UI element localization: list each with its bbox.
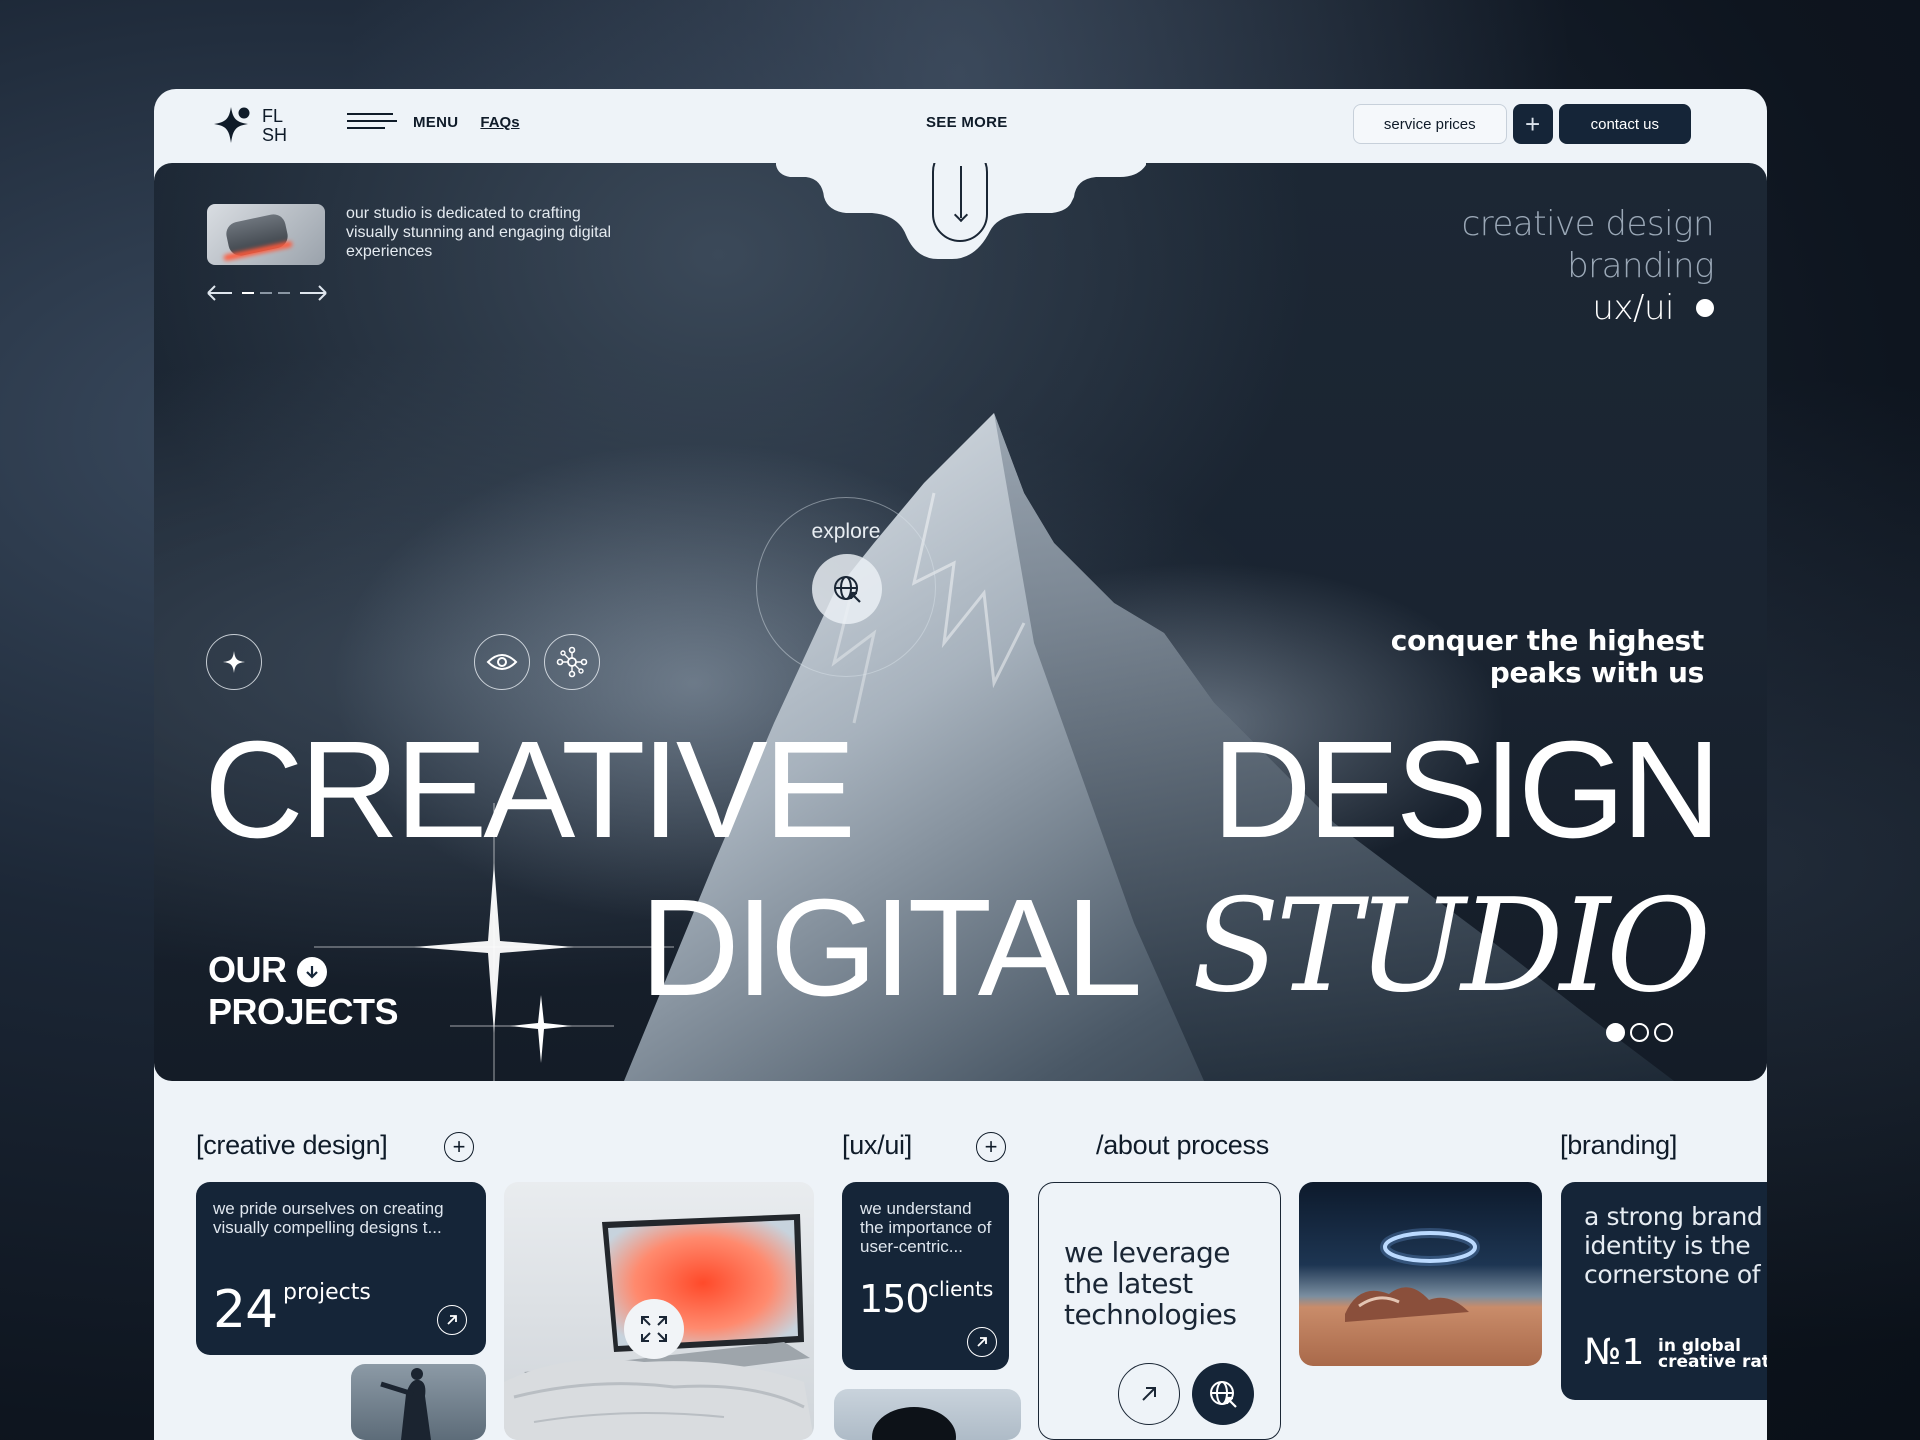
- uxui-clients-label: clients: [928, 1277, 994, 1301]
- sparkle-button[interactable]: [206, 634, 262, 690]
- arrow-right-icon: [300, 285, 327, 301]
- tagline-line1: conquer the highest: [1390, 624, 1705, 657]
- scroll-down-button[interactable]: [932, 163, 988, 242]
- projects-line2: PROJECTS: [208, 991, 399, 1032]
- projects-line1: OUR: [208, 949, 398, 991]
- faqs-link[interactable]: FAQs: [480, 114, 519, 131]
- hamburger-menu-icon[interactable]: [347, 113, 397, 131]
- our-projects-link[interactable]: OUR PROJECTS: [208, 949, 399, 1033]
- add-creative-button[interactable]: +: [444, 1132, 474, 1162]
- abstract-photo[interactable]: [834, 1389, 1021, 1440]
- hero-tagline: conquer the highest peaks with us: [1390, 624, 1705, 689]
- globe-cursor-icon: [834, 576, 861, 603]
- expand-icon: [641, 1316, 667, 1342]
- logo[interactable]: FL SH: [212, 103, 287, 149]
- arrow-up-right-icon[interactable]: [437, 1305, 467, 1335]
- section-creative-design-title: [creative design]: [196, 1130, 388, 1160]
- pager-dot-1[interactable]: [1606, 1023, 1625, 1042]
- services-list: creative design branding ux/ui: [1462, 203, 1715, 329]
- process-globe-button[interactable]: [1192, 1363, 1254, 1425]
- intro-text: our studio is dedicated to crafting visu…: [346, 205, 612, 260]
- section-about-process-title: /about process: [1096, 1130, 1269, 1160]
- arrow-up-right-icon: [1142, 1387, 1156, 1401]
- tagline-line2: peaks with us: [1489, 656, 1705, 689]
- explore-widget: explore: [756, 497, 936, 677]
- sparkle-logo-icon: [214, 107, 250, 143]
- creative-card-text: we pride ourselves on creating visually …: [213, 1199, 444, 1237]
- creative-projects-label: projects: [283, 1280, 371, 1305]
- person-photo[interactable]: [351, 1364, 486, 1440]
- logo-line1: FL: [262, 106, 284, 126]
- pager-dot-3[interactable]: [1654, 1023, 1673, 1042]
- section-branding-title: [branding]: [1560, 1130, 1678, 1160]
- hero-section: our studio is dedicated to crafting visu…: [154, 163, 1767, 1081]
- see-more-link[interactable]: SEE MORE: [926, 114, 1008, 131]
- top-nav: FL SH MENU FAQs SEE MORE service prices …: [154, 89, 1767, 163]
- branding-card-text: a strong brand identity is the cornersto…: [1584, 1202, 1763, 1289]
- headline-design: DESIGN: [1212, 713, 1721, 867]
- laptop-photo[interactable]: [504, 1182, 814, 1440]
- carousel-arrows[interactable]: [206, 283, 328, 303]
- headline-creative: CREATIVE: [204, 713, 856, 867]
- intro-thumbnail[interactable]: [207, 204, 325, 265]
- explore-label: explore: [811, 520, 881, 543]
- globe-cursor-icon: [1210, 1381, 1237, 1408]
- uxui-card-text: we understand the importance of user-cen…: [860, 1199, 992, 1256]
- arrow-down-icon: [296, 957, 327, 988]
- expand-button[interactable]: [624, 1299, 684, 1359]
- branding-rank-label: in global creative rati: [1658, 1336, 1767, 1372]
- menu-link[interactable]: MENU: [413, 114, 458, 131]
- slide-pager: [1606, 1023, 1673, 1042]
- service-prices-button[interactable]: service prices: [1352, 104, 1507, 144]
- contact-us-button[interactable]: contact us: [1558, 104, 1691, 144]
- creative-projects-number: 24: [213, 1280, 278, 1340]
- sparkle-icon: [223, 651, 245, 673]
- logo-line2: SH: [262, 125, 288, 145]
- network-button[interactable]: [544, 634, 600, 690]
- eye-button[interactable]: [474, 634, 530, 690]
- add-uxui-button[interactable]: +: [976, 1132, 1006, 1162]
- branding-card[interactable]: a strong brand identity is the cornersto…: [1561, 1182, 1767, 1400]
- plus-button[interactable]: +: [1512, 104, 1553, 144]
- eye-icon: [486, 654, 518, 670]
- arrow-left-icon: [207, 285, 232, 301]
- headline-studio: STUDIO: [1192, 872, 1711, 1021]
- service-uxui[interactable]: ux/ui: [1462, 287, 1714, 329]
- uxui-clients-number: 150: [859, 1277, 930, 1321]
- service-creative-design[interactable]: creative design: [1462, 203, 1715, 245]
- arrow-up-right-icon[interactable]: [967, 1327, 997, 1357]
- headline-digital: DIGITAL: [640, 871, 1143, 1025]
- active-dot-icon: [1696, 299, 1714, 317]
- uxui-stats-card[interactable]: we understand the importance of user-cen…: [842, 1182, 1009, 1370]
- pager-dot-2[interactable]: [1630, 1023, 1649, 1042]
- process-card[interactable]: we leverage the latest technologies: [1038, 1182, 1281, 1440]
- section-uxui-title: [ux/ui]: [842, 1130, 912, 1160]
- logo-text: FL SH: [262, 107, 287, 145]
- service-branding[interactable]: branding: [1462, 245, 1714, 287]
- explore-button[interactable]: [812, 554, 882, 624]
- branding-rank-number: №1: [1584, 1332, 1645, 1373]
- menu-group: MENU FAQs: [347, 113, 520, 131]
- network-icon: [556, 646, 588, 678]
- nav-actions: service prices + contact us: [1352, 104, 1691, 144]
- process-arrow-button[interactable]: [1118, 1363, 1180, 1425]
- desert-ring-photo[interactable]: [1299, 1182, 1542, 1366]
- process-card-text: we leverage the latest technologies: [1064, 1236, 1237, 1331]
- website-frame: FL SH MENU FAQs SEE MORE service prices …: [154, 89, 1767, 1440]
- creative-stats-card[interactable]: we pride ourselves on creating visually …: [196, 1182, 486, 1355]
